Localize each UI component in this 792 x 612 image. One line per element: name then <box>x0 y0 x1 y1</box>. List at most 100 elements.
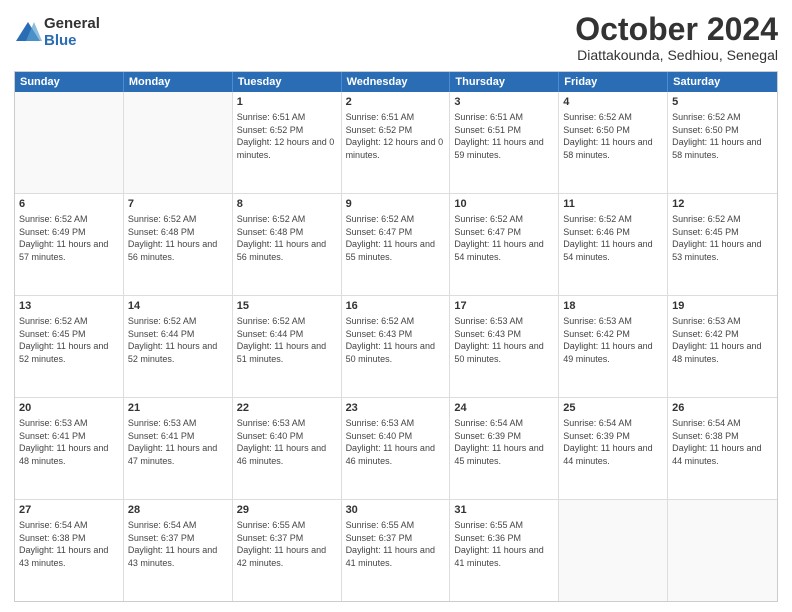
cell-detail: Sunrise: 6:53 AMSunset: 6:40 PMDaylight:… <box>237 417 337 467</box>
calendar-day-6: 6Sunrise: 6:52 AMSunset: 6:49 PMDaylight… <box>15 194 124 295</box>
cell-detail: Sunrise: 6:52 AMSunset: 6:50 PMDaylight:… <box>563 111 663 161</box>
day-number: 7 <box>128 197 228 212</box>
cell-detail: Sunrise: 6:52 AMSunset: 6:50 PMDaylight:… <box>672 111 773 161</box>
logo: General Blue <box>14 16 100 49</box>
day-number: 26 <box>672 401 773 416</box>
header-day-wednesday: Wednesday <box>342 72 451 92</box>
header-day-tuesday: Tuesday <box>233 72 342 92</box>
page: General Blue October 2024 Diattakounda, … <box>0 0 792 612</box>
day-number: 18 <box>563 299 663 314</box>
cell-detail: Sunrise: 6:54 AMSunset: 6:38 PMDaylight:… <box>672 417 773 467</box>
calendar-day-28: 28Sunrise: 6:54 AMSunset: 6:37 PMDayligh… <box>124 500 233 601</box>
cell-detail: Sunrise: 6:53 AMSunset: 6:42 PMDaylight:… <box>563 315 663 365</box>
calendar-day-12: 12Sunrise: 6:52 AMSunset: 6:45 PMDayligh… <box>668 194 777 295</box>
cell-detail: Sunrise: 6:52 AMSunset: 6:44 PMDaylight:… <box>237 315 337 365</box>
calendar-day-14: 14Sunrise: 6:52 AMSunset: 6:44 PMDayligh… <box>124 296 233 397</box>
calendar-day-16: 16Sunrise: 6:52 AMSunset: 6:43 PMDayligh… <box>342 296 451 397</box>
logo-blue: Blue <box>44 33 100 50</box>
calendar-day-17: 17Sunrise: 6:53 AMSunset: 6:43 PMDayligh… <box>450 296 559 397</box>
logo-text: General Blue <box>44 16 100 49</box>
header-day-friday: Friday <box>559 72 668 92</box>
calendar-day-19: 19Sunrise: 6:53 AMSunset: 6:42 PMDayligh… <box>668 296 777 397</box>
day-number: 12 <box>672 197 773 212</box>
cell-detail: Sunrise: 6:53 AMSunset: 6:41 PMDaylight:… <box>128 417 228 467</box>
day-number: 22 <box>237 401 337 416</box>
header-day-thursday: Thursday <box>450 72 559 92</box>
header-day-monday: Monday <box>124 72 233 92</box>
calendar-day-21: 21Sunrise: 6:53 AMSunset: 6:41 PMDayligh… <box>124 398 233 499</box>
header: General Blue October 2024 Diattakounda, … <box>14 12 778 63</box>
calendar-day-29: 29Sunrise: 6:55 AMSunset: 6:37 PMDayligh… <box>233 500 342 601</box>
cell-detail: Sunrise: 6:52 AMSunset: 6:43 PMDaylight:… <box>346 315 446 365</box>
calendar-day-27: 27Sunrise: 6:54 AMSunset: 6:38 PMDayligh… <box>15 500 124 601</box>
day-number: 16 <box>346 299 446 314</box>
calendar-week-2: 6Sunrise: 6:52 AMSunset: 6:49 PMDaylight… <box>15 194 777 296</box>
calendar-day-2: 2Sunrise: 6:51 AMSunset: 6:52 PMDaylight… <box>342 92 451 193</box>
cell-detail: Sunrise: 6:51 AMSunset: 6:52 PMDaylight:… <box>237 111 337 161</box>
day-number: 8 <box>237 197 337 212</box>
cell-detail: Sunrise: 6:52 AMSunset: 6:49 PMDaylight:… <box>19 213 119 263</box>
calendar-day-26: 26Sunrise: 6:54 AMSunset: 6:38 PMDayligh… <box>668 398 777 499</box>
calendar-day-5: 5Sunrise: 6:52 AMSunset: 6:50 PMDaylight… <box>668 92 777 193</box>
calendar-day-31: 31Sunrise: 6:55 AMSunset: 6:36 PMDayligh… <box>450 500 559 601</box>
cell-detail: Sunrise: 6:54 AMSunset: 6:38 PMDaylight:… <box>19 519 119 569</box>
calendar-day-3: 3Sunrise: 6:51 AMSunset: 6:51 PMDaylight… <box>450 92 559 193</box>
day-number: 4 <box>563 95 663 110</box>
cell-detail: Sunrise: 6:55 AMSunset: 6:37 PMDaylight:… <box>237 519 337 569</box>
cell-detail: Sunrise: 6:53 AMSunset: 6:40 PMDaylight:… <box>346 417 446 467</box>
day-number: 2 <box>346 95 446 110</box>
calendar-day-9: 9Sunrise: 6:52 AMSunset: 6:47 PMDaylight… <box>342 194 451 295</box>
day-number: 10 <box>454 197 554 212</box>
cell-detail: Sunrise: 6:53 AMSunset: 6:41 PMDaylight:… <box>19 417 119 467</box>
day-number: 3 <box>454 95 554 110</box>
cell-detail: Sunrise: 6:52 AMSunset: 6:46 PMDaylight:… <box>563 213 663 263</box>
calendar-empty-cell <box>668 500 777 601</box>
day-number: 9 <box>346 197 446 212</box>
cell-detail: Sunrise: 6:52 AMSunset: 6:47 PMDaylight:… <box>346 213 446 263</box>
day-number: 19 <box>672 299 773 314</box>
day-number: 23 <box>346 401 446 416</box>
day-number: 17 <box>454 299 554 314</box>
cell-detail: Sunrise: 6:54 AMSunset: 6:37 PMDaylight:… <box>128 519 228 569</box>
day-number: 14 <box>128 299 228 314</box>
day-number: 6 <box>19 197 119 212</box>
title-month: October 2024 <box>575 12 778 47</box>
day-number: 13 <box>19 299 119 314</box>
day-number: 29 <box>237 503 337 518</box>
cell-detail: Sunrise: 6:55 AMSunset: 6:36 PMDaylight:… <box>454 519 554 569</box>
cell-detail: Sunrise: 6:52 AMSunset: 6:45 PMDaylight:… <box>672 213 773 263</box>
day-number: 21 <box>128 401 228 416</box>
cell-detail: Sunrise: 6:55 AMSunset: 6:37 PMDaylight:… <box>346 519 446 569</box>
calendar-body: 1Sunrise: 6:51 AMSunset: 6:52 PMDaylight… <box>15 92 777 601</box>
cell-detail: Sunrise: 6:52 AMSunset: 6:48 PMDaylight:… <box>237 213 337 263</box>
calendar-day-20: 20Sunrise: 6:53 AMSunset: 6:41 PMDayligh… <box>15 398 124 499</box>
day-number: 27 <box>19 503 119 518</box>
logo-icon <box>14 19 42 47</box>
title-block: October 2024 Diattakounda, Sedhiou, Sene… <box>575 12 778 63</box>
calendar-week-5: 27Sunrise: 6:54 AMSunset: 6:38 PMDayligh… <box>15 500 777 601</box>
calendar-day-22: 22Sunrise: 6:53 AMSunset: 6:40 PMDayligh… <box>233 398 342 499</box>
calendar-week-1: 1Sunrise: 6:51 AMSunset: 6:52 PMDaylight… <box>15 92 777 194</box>
day-number: 24 <box>454 401 554 416</box>
title-location: Diattakounda, Sedhiou, Senegal <box>575 47 778 63</box>
calendar-week-3: 13Sunrise: 6:52 AMSunset: 6:45 PMDayligh… <box>15 296 777 398</box>
calendar: SundayMondayTuesdayWednesdayThursdayFrid… <box>14 71 778 602</box>
cell-detail: Sunrise: 6:53 AMSunset: 6:42 PMDaylight:… <box>672 315 773 365</box>
cell-detail: Sunrise: 6:52 AMSunset: 6:44 PMDaylight:… <box>128 315 228 365</box>
calendar-day-8: 8Sunrise: 6:52 AMSunset: 6:48 PMDaylight… <box>233 194 342 295</box>
calendar-empty-cell <box>124 92 233 193</box>
header-day-sunday: Sunday <box>15 72 124 92</box>
calendar-day-25: 25Sunrise: 6:54 AMSunset: 6:39 PMDayligh… <box>559 398 668 499</box>
cell-detail: Sunrise: 6:51 AMSunset: 6:51 PMDaylight:… <box>454 111 554 161</box>
cell-detail: Sunrise: 6:52 AMSunset: 6:47 PMDaylight:… <box>454 213 554 263</box>
day-number: 15 <box>237 299 337 314</box>
day-number: 30 <box>346 503 446 518</box>
calendar-day-10: 10Sunrise: 6:52 AMSunset: 6:47 PMDayligh… <box>450 194 559 295</box>
cell-detail: Sunrise: 6:52 AMSunset: 6:45 PMDaylight:… <box>19 315 119 365</box>
calendar-week-4: 20Sunrise: 6:53 AMSunset: 6:41 PMDayligh… <box>15 398 777 500</box>
calendar-day-24: 24Sunrise: 6:54 AMSunset: 6:39 PMDayligh… <box>450 398 559 499</box>
day-number: 31 <box>454 503 554 518</box>
calendar-day-23: 23Sunrise: 6:53 AMSunset: 6:40 PMDayligh… <box>342 398 451 499</box>
cell-detail: Sunrise: 6:53 AMSunset: 6:43 PMDaylight:… <box>454 315 554 365</box>
logo-general: General <box>44 16 100 33</box>
